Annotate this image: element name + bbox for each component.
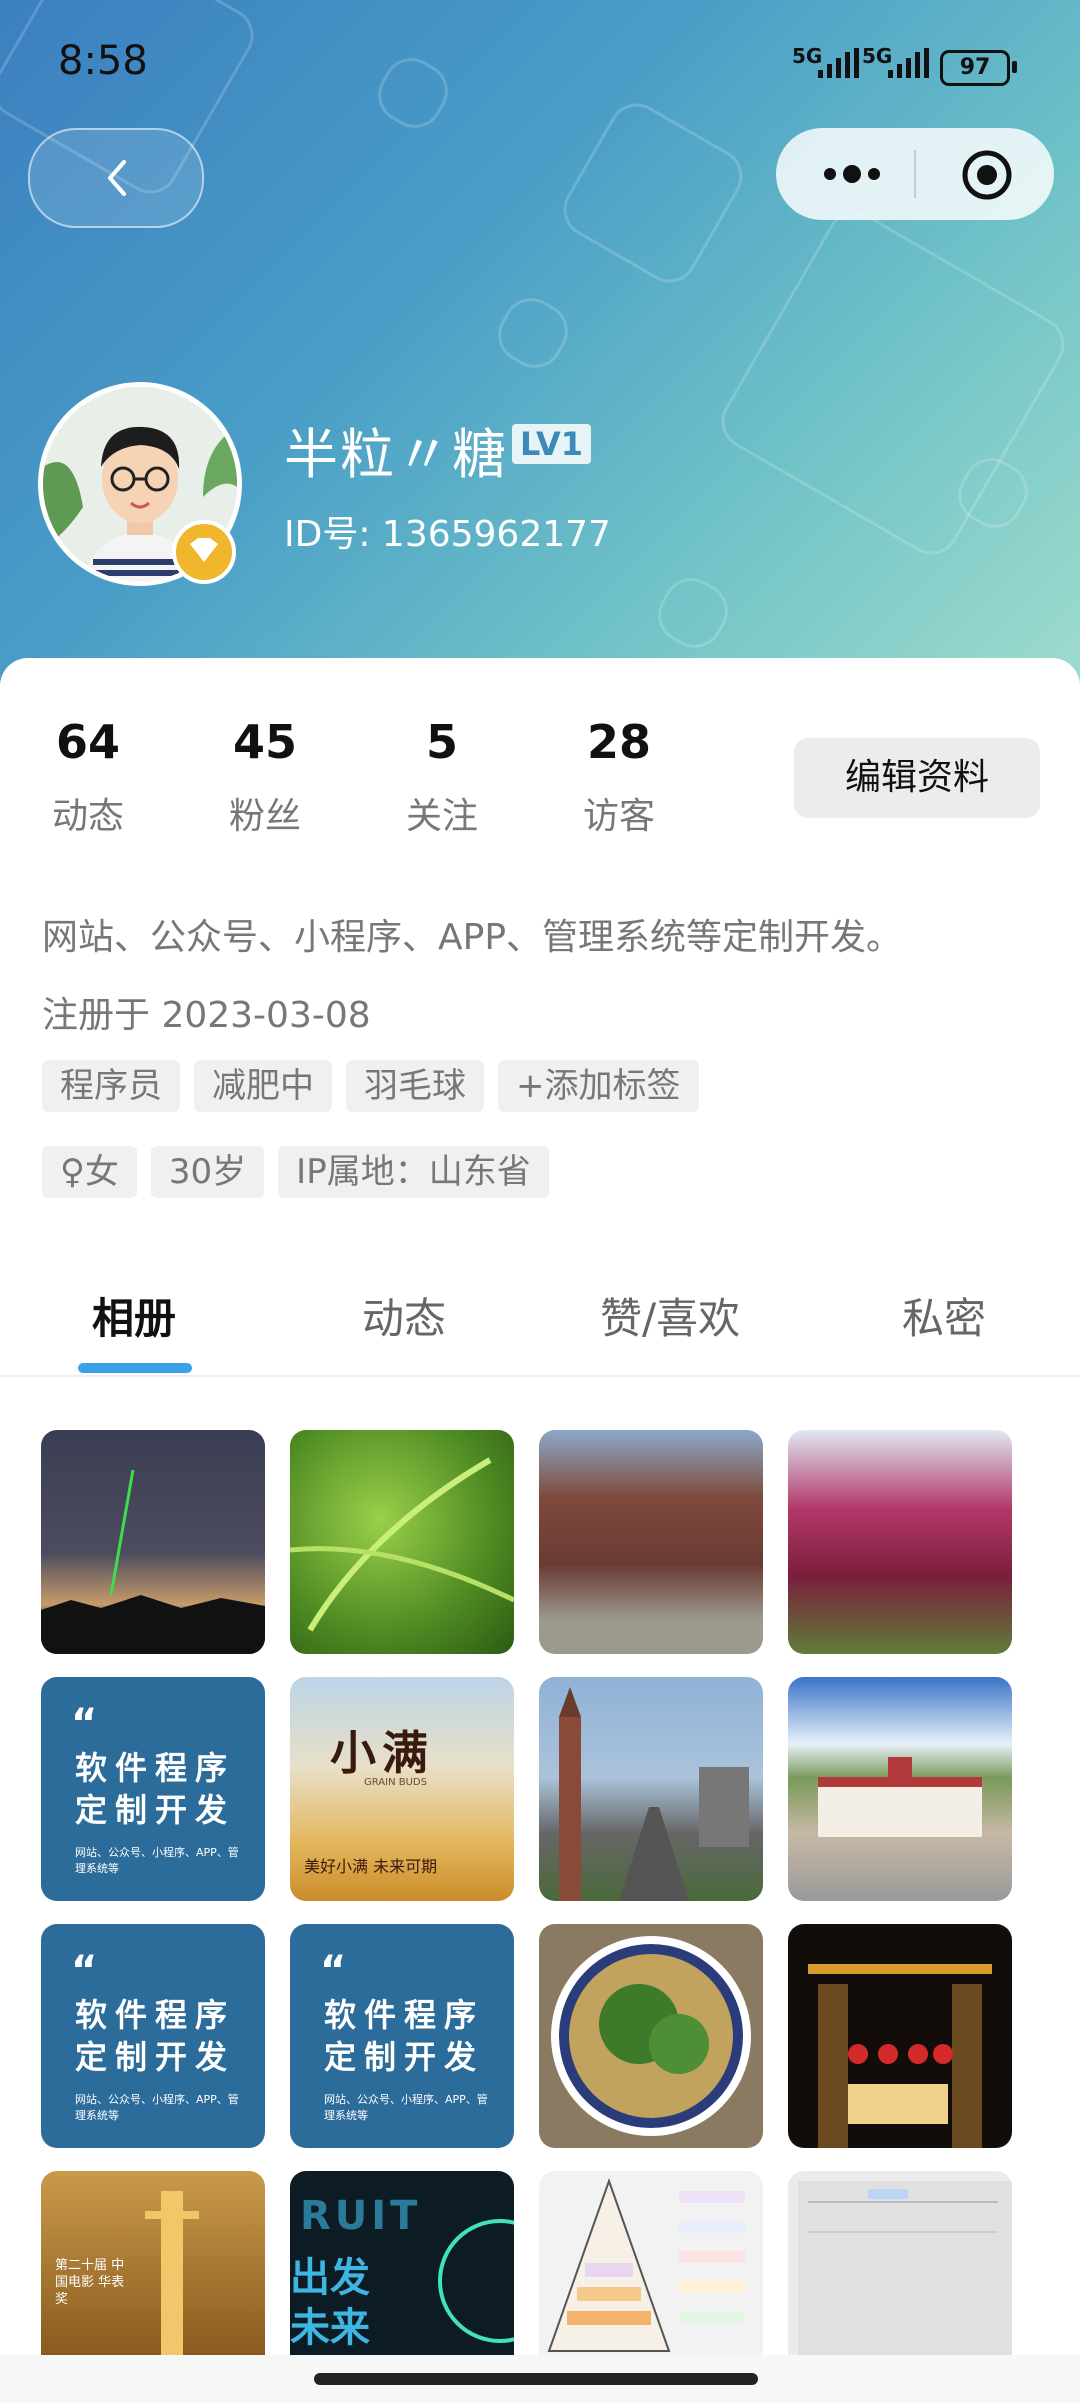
stat-value: 5 [425,715,458,769]
promo-line-1: 软件程序 [324,1996,485,2034]
decor-hexagon [647,567,739,659]
screen-photo-icon [798,2181,1012,2356]
tab-likes[interactable]: 赞/喜欢 [600,1285,740,1346]
home-indicator[interactable] [314,2373,758,2385]
tower-photo-icon [559,1687,749,1901]
profile-username: 半粒〃糖 [284,423,508,486]
tab-private[interactable]: 私密 [902,1285,986,1346]
photo-thumbnail[interactable] [41,1430,265,1654]
tab-posts[interactable]: 动态 [362,1285,446,1346]
promo-line-3: 网站、公众号、小程序、APP、管理系统等 [75,2093,239,2122]
night-street-photo-icon [808,1964,992,2148]
promo-line-3: 网站、公众号、小程序、APP、管理系统等 [75,1846,239,1875]
promo-quote: “ [71,1948,98,1994]
promo-quote: “ [71,1701,98,1747]
noodle-bowl-photo-icon [551,1936,751,2136]
content-tabs: 相册 动态 赞/喜欢 私密 [0,1285,1080,1375]
photo-thumbnail[interactable]: “ 软件程序 定制开发 网站、公众号、小程序、APP、管理系统等 [41,1677,265,1901]
xiaoman-footer: 美好小满 未来可期 [304,1857,438,1876]
age-tag: 30岁 [150,1146,265,1198]
info-tags: ♀女 30岁 IP属地：山东省 [42,1146,549,1198]
night-sky-photo-icon [41,1469,265,1654]
photo-thumbnail[interactable]: RUIT 出发 未来 [290,2171,514,2356]
photo-thumbnail[interactable] [539,2171,763,2356]
signal-bars-2-icon [888,48,929,78]
plant-photo-icon [290,1457,514,1632]
pillar-icon [145,2191,199,2356]
promo-line-1: 软件程序 [75,1749,236,1787]
tag-item[interactable]: 程序员 [42,1060,180,1112]
miniprogram-capsule [776,128,1054,220]
tag-item[interactable]: 羽毛球 [346,1060,484,1112]
stat-value: 64 [55,715,120,769]
profile-id: ID号: 1365962177 [284,514,611,555]
globe-icon [438,2219,514,2343]
signal-bars-1-icon [818,48,859,78]
decor-hexagon [487,287,579,379]
photo-thumbnail[interactable]: 第二十届 中国电影 华表奖 [41,2171,265,2356]
photo-thumbnail[interactable] [539,1430,763,1654]
capsule-divider [914,150,916,198]
stat-value: 28 [586,715,651,769]
stat-followers[interactable]: 45 粉丝 [190,715,340,839]
vip-diamond-icon [190,538,218,562]
building-photo-icon [818,1757,982,1837]
pyramid-diagram-icon [547,2177,745,2352]
xiaoman-subtitle: GRAIN BUDS [364,1777,427,1788]
more-options-icon[interactable] [820,154,884,194]
xiaoman-title: 小满 [330,1726,434,1780]
status-time: 8:58 [58,38,148,84]
interest-tags: 程序员 减肥中 羽毛球 +添加标签 [42,1060,699,1112]
photo-thumbnail[interactable] [788,1677,1012,1901]
stat-label: 动态 [51,796,124,837]
promo-line-1: 软件程序 [75,1996,236,2034]
photo-thumbnail[interactable]: “ 软件程序 定制开发 网站、公众号、小程序、APP、管理系统等 [290,1924,514,2148]
tag-item[interactable]: 减肥中 [194,1060,332,1112]
stat-visitors[interactable]: 28 访客 [544,715,694,839]
stat-label: 关注 [405,796,478,837]
stat-value: 45 [232,715,297,769]
ip-location-tag: IP属地：山东省 [278,1146,549,1198]
promo-line-2: 定制开发 [75,2038,236,2076]
photo-thumbnail[interactable] [290,1430,514,1654]
photo-thumbnail[interactable]: 小满 GRAIN BUDS 美好小满 未来可期 [290,1677,514,1901]
gender-tag: ♀女 [42,1146,137,1198]
promo-quote: “ [320,1948,347,1994]
promo-line-2: 定制开发 [324,2038,485,2076]
add-tag-button[interactable]: +添加标签 [498,1060,699,1112]
chevron-left-icon [108,160,126,196]
verified-badge [172,520,236,584]
stat-label: 访客 [582,796,655,837]
registration-date: 注册于 2023-03-08 [42,995,371,1036]
photo-thumbnail[interactable] [788,1430,1012,1654]
photo-thumbnail[interactable] [788,1924,1012,2148]
stat-label: 粉丝 [228,796,301,837]
tab-album[interactable]: 相册 [92,1285,176,1346]
promo-line-3: 网站、公众号、小程序、APP、管理系统等 [324,2093,488,2122]
level-badge: LV1 [512,424,592,464]
active-tab-indicator [78,1363,192,1373]
back-button[interactable] [28,128,204,228]
photo-thumbnail[interactable]: “ 软件程序 定制开发 网站、公众号、小程序、APP、管理系统等 [41,1924,265,2148]
battery-icon: 97 [940,50,1017,86]
stat-posts[interactable]: 64 动态 [13,715,163,839]
photo-thumbnail[interactable] [788,2171,1012,2356]
promo-line-2: 定制开发 [75,1791,236,1829]
close-miniprogram-icon[interactable] [960,148,1014,202]
photo-thumbnail[interactable] [539,1924,763,2148]
edit-profile-button[interactable]: 编辑资料 [794,738,1040,818]
stat-following[interactable]: 5 关注 [367,715,517,839]
tab-divider [0,1375,1080,1377]
status-bar: 8:58 5G 5G 97 [0,0,1080,130]
photo-thumbnail[interactable] [539,1677,763,1901]
profile-bio: 网站、公众号、小程序、APP、管理系统等定制开发。 [42,917,903,958]
